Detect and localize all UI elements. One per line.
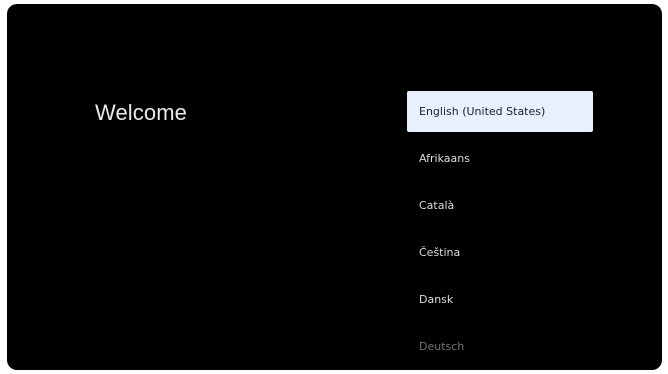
language-option-dansk[interactable]: Dansk: [407, 279, 593, 320]
language-option-deutsch[interactable]: Deutsch: [407, 326, 593, 367]
language-list[interactable]: English (United States) Afrikaans Català…: [407, 91, 593, 370]
language-option-cestina[interactable]: Čeština: [407, 232, 593, 273]
language-option-catala[interactable]: Català: [407, 185, 593, 226]
welcome-title: Welcome: [95, 100, 187, 125]
language-option-english-us[interactable]: English (United States): [407, 91, 593, 132]
language-option-afrikaans[interactable]: Afrikaans: [407, 138, 593, 179]
setup-screen: Welcome English (United States) Afrikaan…: [7, 4, 662, 370]
